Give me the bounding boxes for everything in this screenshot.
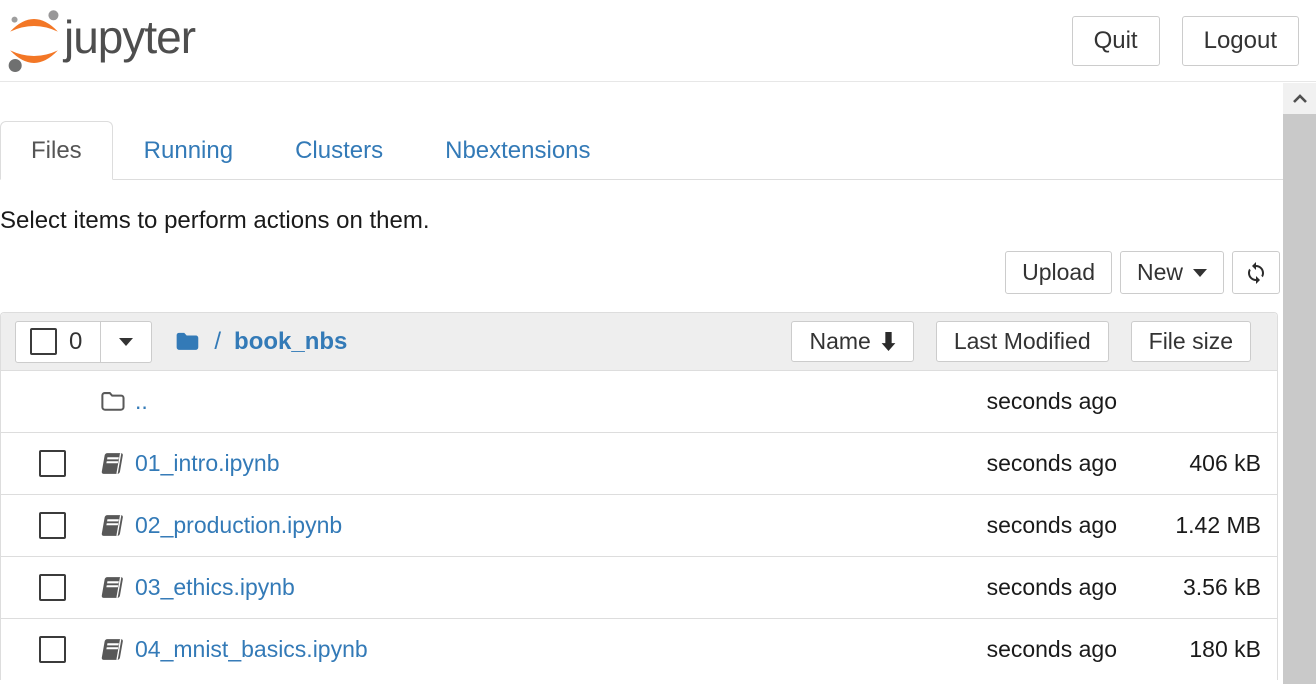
file-link[interactable]: 02_production.ipynb [135,512,342,538]
refresh-icon [1244,261,1268,285]
table-row: 03_ethics.ipynb seconds ago 3.56 kB [1,556,1277,618]
file-rows: .. seconds ago 01_intro.ipynb sec [1,370,1277,680]
tab-running[interactable]: Running [113,121,264,180]
app-header: jupyter Quit Logout [0,0,1316,82]
jupyter-wordmark: jupyter [64,10,195,64]
last-modified-cell: seconds ago [897,636,1117,663]
file-size-cell: 180 kB [1117,636,1261,663]
row-checkbox-cell [39,574,99,601]
breadcrumb: / book_nbs [173,328,347,356]
sort-by-last-modified-button[interactable]: Last Modified [936,321,1109,362]
select-filter-dropdown-button[interactable] [101,321,152,363]
sort-by-file-size-button[interactable]: File size [1131,321,1251,362]
file-size-cell: 1.42 MB [1117,512,1261,539]
file-size-cell: 3.56 kB [1117,574,1261,601]
file-link[interactable]: 03_ethics.ipynb [135,574,295,600]
notebook-icon [99,576,126,599]
jupyter-logo[interactable]: jupyter [6,9,195,73]
header-buttons: Quit Logout [1072,16,1299,66]
row-icon-cell [99,452,135,475]
select-all-button[interactable]: 0 [15,321,101,363]
file-actions-toolbar: Upload New [0,251,1283,294]
row-icon-cell [99,514,135,537]
file-size-cell: 406 kB [1117,450,1261,477]
row-checkbox[interactable] [39,512,66,539]
file-name-cell: 04_mnist_basics.ipynb [135,636,897,663]
row-checkbox-cell [39,512,99,539]
chevron-down-icon [1193,269,1207,277]
breadcrumb-separator[interactable]: / [214,328,221,356]
file-name-cell: 02_production.ipynb [135,512,897,539]
row-checkbox-cell [39,388,99,415]
arrow-down-icon [881,332,896,351]
select-all-checkbox[interactable] [30,328,57,355]
last-modified-cell: seconds ago [897,450,1117,477]
refresh-button[interactable] [1232,251,1280,294]
main-content: Files Running Clusters Nbextensions Sele… [0,83,1283,684]
last-modified-cell: seconds ago [897,574,1117,601]
tab-clusters[interactable]: Clusters [264,121,414,180]
table-row: 04_mnist_basics.ipynb seconds ago 180 kB [1,618,1277,680]
chevron-down-icon [119,338,133,346]
sort-name-label: Name [809,328,870,355]
notebook-list: 0 / book_nbs Name [0,312,1278,680]
file-link[interactable]: 01_intro.ipynb [135,450,280,476]
file-link[interactable]: 04_mnist_basics.ipynb [135,636,368,662]
sort-by-name-button[interactable]: Name [791,321,913,362]
last-modified-cell: seconds ago [897,512,1117,539]
file-name-cell: 01_intro.ipynb [135,450,897,477]
list-header: 0 / book_nbs Name [1,313,1277,370]
folder-open-icon [99,390,126,413]
tab-files[interactable]: Files [0,121,113,180]
new-button-label: New [1137,259,1183,286]
file-name-cell: .. [135,388,897,415]
notebook-icon [99,514,126,537]
notebook-icon [99,452,126,475]
table-row: .. seconds ago [1,370,1277,432]
row-checkbox[interactable] [39,574,66,601]
row-checkbox[interactable] [39,636,66,663]
sort-buttons: Name Last Modified File size [791,321,1251,362]
select-all-button-group: 0 [15,321,152,363]
upload-button-label: Upload [1022,259,1095,286]
jupyter-logo-icon [6,9,62,73]
last-modified-cell: seconds ago [897,388,1117,415]
logout-button[interactable]: Logout [1182,16,1299,66]
table-row: 01_intro.ipynb seconds ago 406 kB [1,432,1277,494]
vertical-scrollbar[interactable] [1283,83,1316,684]
scrollbar-up-button[interactable] [1283,83,1316,114]
row-icon-cell [99,390,135,413]
row-icon-cell [99,638,135,661]
scrollbar-thumb[interactable] [1283,114,1316,684]
row-icon-cell [99,576,135,599]
chevron-up-icon [1292,94,1308,103]
tab-bar: Files Running Clusters Nbextensions [0,121,1283,180]
quit-button[interactable]: Quit [1072,16,1160,66]
notebook-icon [99,638,126,661]
new-dropdown-button[interactable]: New [1120,251,1224,294]
folder-icon[interactable] [173,330,201,353]
upload-button[interactable]: Upload [1005,251,1112,294]
row-checkbox[interactable] [39,450,66,477]
file-name-cell: 03_ethics.ipynb [135,574,897,601]
select-items-hint: Select items to perform actions on them. [0,206,1283,236]
breadcrumb-current-dir[interactable]: book_nbs [234,328,347,356]
tab-nbextensions[interactable]: Nbextensions [414,121,621,180]
file-link[interactable]: .. [135,388,148,414]
row-checkbox-cell [39,450,99,477]
table-row: 02_production.ipynb seconds ago 1.42 MB [1,494,1277,556]
selected-count: 0 [69,328,82,356]
row-checkbox-cell [39,636,99,663]
